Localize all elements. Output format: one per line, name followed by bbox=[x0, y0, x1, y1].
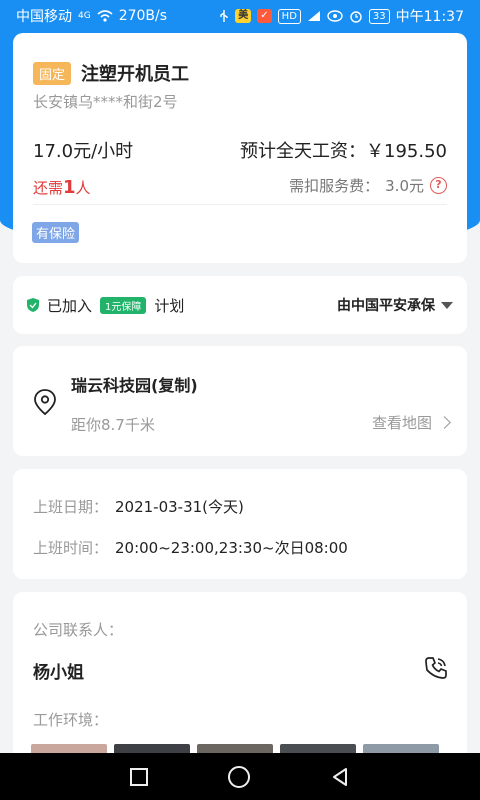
view-map-label: 查看地图 bbox=[371, 414, 432, 432]
insurance-tag: 有保险 bbox=[32, 222, 80, 243]
estimate-label: 预计全天工资： bbox=[240, 141, 367, 162]
hd-icon: HD bbox=[277, 8, 301, 24]
help-icon[interactable]: ? bbox=[430, 177, 447, 194]
work-date-row: 上班日期： 2021-03-31(今天) bbox=[33, 496, 244, 517]
recents-button[interactable] bbox=[130, 767, 148, 786]
contact-label: 公司联系人： bbox=[33, 621, 124, 639]
insurance-plan-card[interactable]: 已加入 1元保障 计划 由中国平安承保 bbox=[13, 276, 467, 334]
view-map-link[interactable]: 查看地图 bbox=[371, 412, 451, 433]
home-button[interactable] bbox=[228, 765, 250, 788]
fee-label: 需扣服务费： bbox=[289, 177, 380, 195]
location-distance: 距你8.7千米 bbox=[71, 416, 155, 434]
caret-down-icon bbox=[441, 301, 453, 309]
work-time-label: 上班时间： bbox=[33, 539, 109, 557]
headcount-needed: 还需1人 bbox=[33, 177, 91, 198]
need-suffix: 人 bbox=[75, 179, 91, 197]
shield-icon bbox=[27, 298, 39, 312]
phone-icon[interactable] bbox=[423, 655, 449, 681]
work-date-label: 上班日期： bbox=[33, 498, 109, 516]
location-pin-icon bbox=[34, 389, 56, 416]
app-badge: ✓ bbox=[257, 9, 272, 23]
alarm-icon bbox=[350, 11, 362, 23]
eye-icon bbox=[327, 10, 343, 22]
signal-icon bbox=[307, 11, 320, 21]
fixed-tag: 固定 bbox=[33, 61, 72, 85]
network-label: 4G bbox=[78, 11, 91, 21]
work-time-value: 20:00~23:00,23:30~次日08:00 bbox=[115, 539, 348, 557]
need-prefix: 还需 bbox=[33, 179, 64, 197]
chevron-right-icon bbox=[438, 416, 451, 429]
estimate-value: ￥195.50 bbox=[366, 141, 447, 162]
battery-icon: 33 bbox=[368, 8, 390, 24]
job-card: 固定 注塑开机员工 长安镇乌****和街2号 17.0元/小时 预计全天工资：￥… bbox=[13, 33, 467, 263]
location-name: 瑞云科技园(复制) bbox=[71, 376, 198, 395]
provider-dropdown[interactable]: 由中国平安承保 bbox=[337, 295, 453, 315]
clock: 中午11:37 bbox=[395, 9, 464, 25]
carrier-label: 中国移动 bbox=[16, 9, 72, 25]
divider bbox=[33, 204, 447, 205]
work-env-label: 工作环境： bbox=[33, 711, 109, 729]
provider-label: 由中国平安承保 bbox=[337, 298, 435, 314]
usb-icon bbox=[220, 10, 228, 22]
contact-name: 杨小姐 bbox=[33, 663, 84, 683]
service-fee: 需扣服务费： 3.0元 ? bbox=[289, 175, 447, 196]
job-address: 长安镇乌****和街2号 bbox=[33, 93, 178, 111]
system-nav-bar bbox=[0, 753, 480, 800]
need-count: 1 bbox=[63, 177, 76, 198]
fee-value: 3.0元 bbox=[385, 177, 424, 195]
schedule-card: 上班日期： 2021-03-31(今天) 上班时间： 20:00~23:00,2… bbox=[13, 469, 467, 579]
work-time-row: 上班时间： 20:00~23:00,23:30~次日08:00 bbox=[33, 537, 348, 558]
estimated-daily-wage: 预计全天工资：￥195.50 bbox=[240, 137, 447, 163]
meituan-badge: 美 bbox=[235, 9, 252, 23]
joined-label: 已加入 bbox=[47, 296, 93, 315]
wifi-icon bbox=[97, 10, 113, 22]
job-title: 注塑开机员工 bbox=[81, 64, 190, 85]
location-card: 瑞云科技园(复制) 距你8.7千米 查看地图 bbox=[13, 346, 467, 456]
status-bar: 中国移动 4G 270B/s 美 ✓ HD 33 中午11:37 bbox=[0, 0, 480, 32]
contact-card: 公司联系人： 杨小姐 工作环境： bbox=[13, 592, 467, 762]
net-speed: 270B/s bbox=[118, 8, 168, 24]
back-button[interactable] bbox=[330, 767, 350, 787]
hourly-wage: 17.0元/小时 bbox=[33, 141, 134, 162]
guarantee-badge: 1元保障 bbox=[100, 296, 147, 314]
plan-label: 计划 bbox=[154, 296, 185, 315]
work-date-value: 2021-03-31(今天) bbox=[115, 498, 244, 516]
